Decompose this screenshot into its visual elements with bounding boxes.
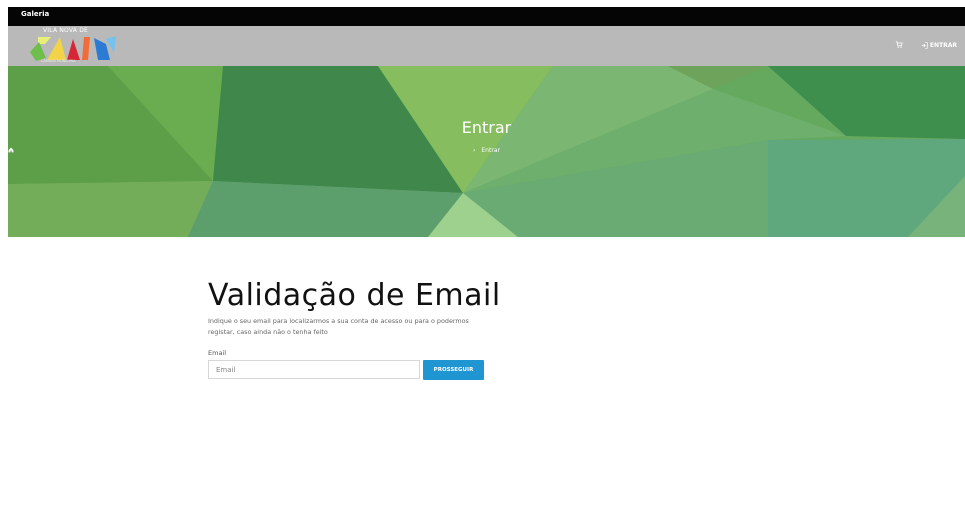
login-icon <box>921 41 928 49</box>
logo[interactable]: VILA NOVA DE CÂMARA MUNICIPAL <box>18 26 128 66</box>
home-icon[interactable] <box>8 147 14 153</box>
page: Galeria VILA NOVA DE CÂMARA MUNICIPAL EN… <box>0 0 965 522</box>
page-description: Indique o seu email para localizarmos a … <box>208 317 469 336</box>
main-navbar: VILA NOVA DE CÂMARA MUNICIPAL ENTRAR <box>8 26 965 66</box>
login-label: ENTRAR <box>929 41 957 49</box>
nav-right: ENTRAR <box>895 41 957 49</box>
email-label: Email <box>208 349 227 357</box>
breadcrumb-separator: › <box>473 147 476 154</box>
page-heading: Validação de Email <box>208 278 501 313</box>
email-input[interactable] <box>208 360 420 379</box>
top-bar: Galeria <box>8 7 965 26</box>
breadcrumb: › Entrar <box>8 147 965 154</box>
gallery-link[interactable]: Galeria <box>21 10 49 18</box>
hero-banner: Entrar › Entrar <box>8 66 965 237</box>
breadcrumb-current: Entrar <box>481 147 500 154</box>
cart-icon <box>895 41 903 49</box>
logo-subtitle: CÂMARA MUNICIPAL <box>41 59 76 63</box>
continue-button[interactable]: PROSSEGUIR <box>423 360 484 380</box>
hero-title: Entrar <box>461 118 512 137</box>
login-link[interactable]: ENTRAR <box>921 42 957 49</box>
cart-button[interactable] <box>895 41 903 49</box>
